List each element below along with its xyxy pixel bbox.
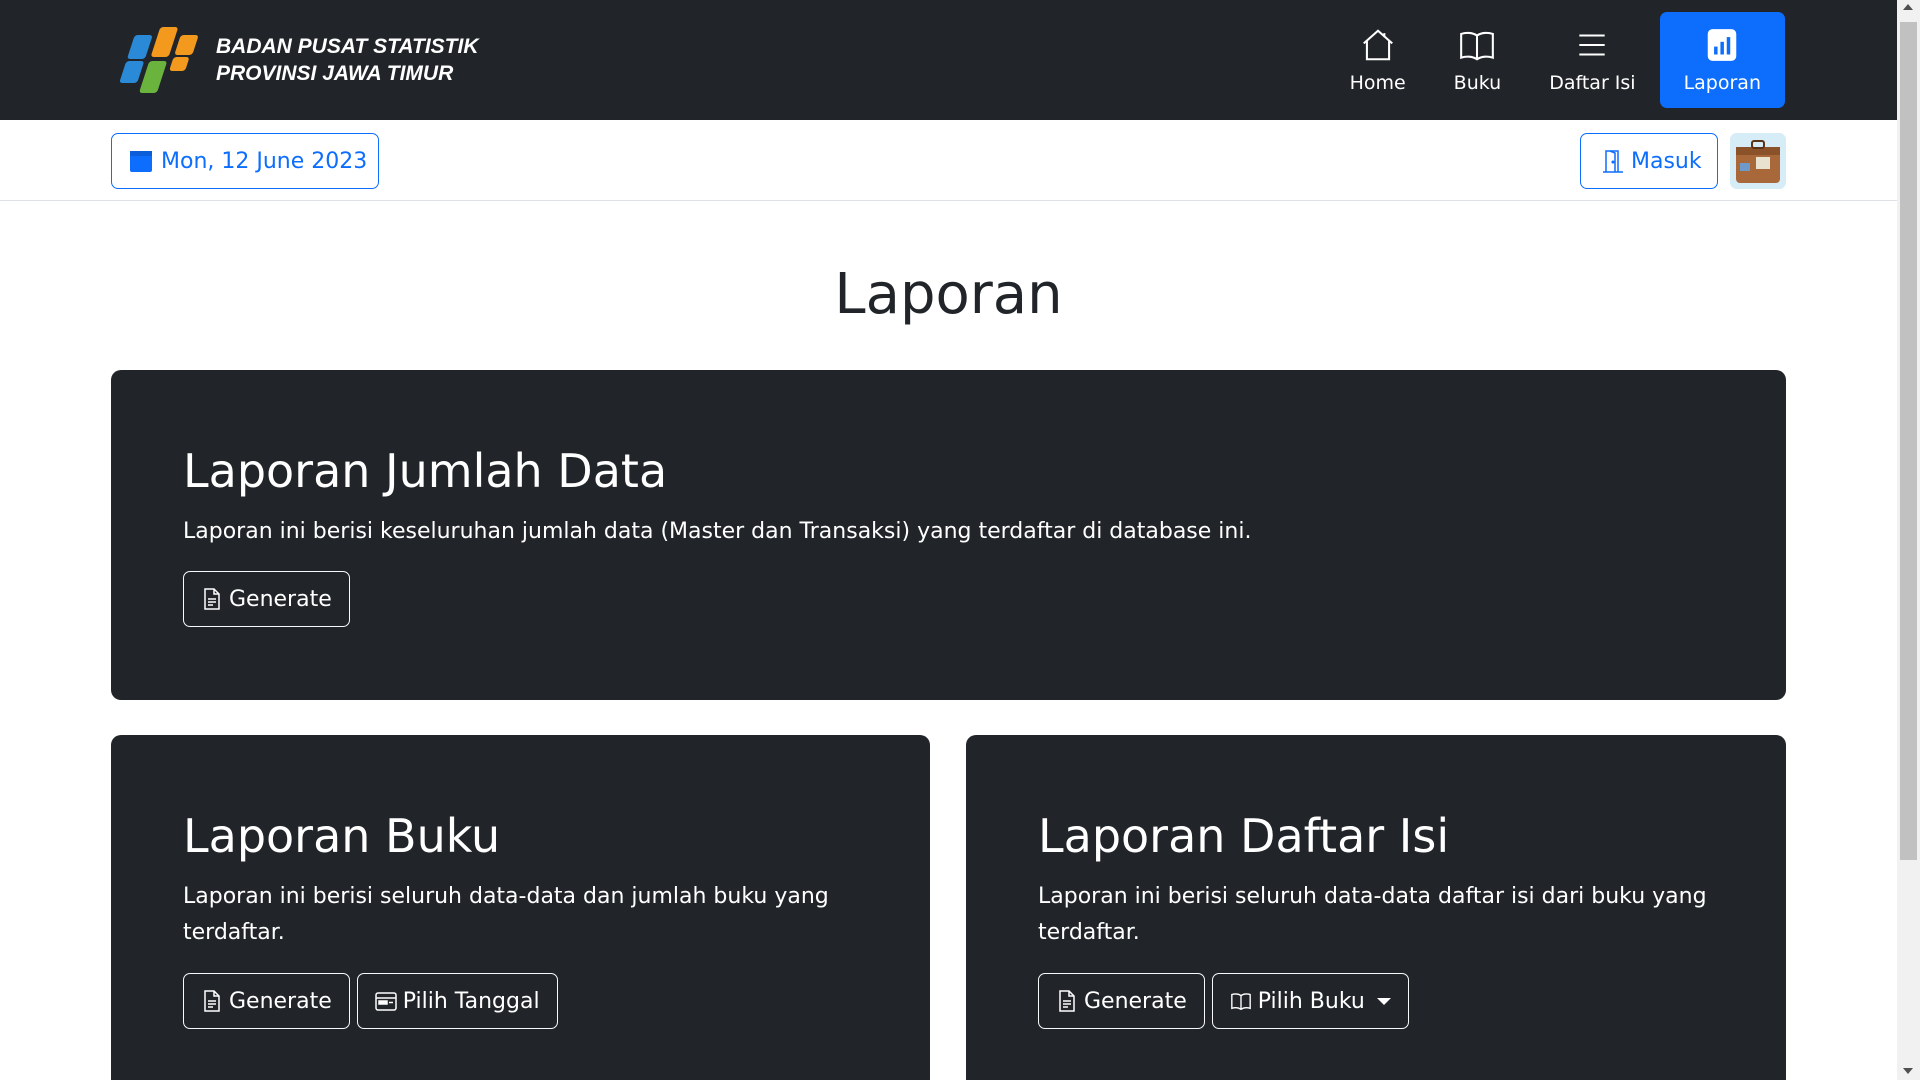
generate-label: Generate [1084, 988, 1187, 1014]
nav-label-laporan: Laporan [1683, 72, 1761, 94]
generate-button[interactable]: Generate [183, 973, 350, 1029]
card-title: Laporan Buku [183, 809, 501, 863]
nav-label-home: Home [1349, 72, 1406, 94]
book-icon [1230, 993, 1251, 1011]
bps-logo-icon [119, 27, 198, 93]
calendar-range-icon [375, 992, 397, 1011]
generate-button[interactable]: Generate [183, 571, 350, 627]
nav-label-buku: Buku [1453, 72, 1502, 94]
card-text: Laporan ini berisi keseluruhan jumlah da… [183, 519, 1252, 544]
top-navbar: BADAN PUSAT STATISTIK PROVINSI JAWA TIMU… [0, 0, 1897, 120]
brand-line-1: BADAN PUSAT STATISTIK [216, 35, 479, 58]
main-nav: Home Buku Daftar Isi Laporan [1326, 12, 1785, 108]
page-title: Laporan [834, 262, 1063, 327]
card-actions: Generate [183, 571, 350, 627]
card-text: Laporan ini berisi seluruh data-data dan… [183, 884, 829, 945]
scroll-down-arrow-icon[interactable] [1903, 1068, 1913, 1074]
home-icon [1362, 29, 1393, 61]
list-icon [1579, 34, 1606, 56]
card-laporan-daftar-isi: Laporan Daftar Isi Laporan ini berisi se… [966, 735, 1786, 1080]
nav-item-daftar-isi[interactable]: Daftar Isi [1525, 12, 1659, 108]
document-icon [204, 990, 220, 1012]
card-laporan-jumlah-data: Laporan Jumlah Data Laporan ini berisi k… [111, 370, 1786, 700]
card-title: Laporan Daftar Isi [1038, 809, 1450, 863]
card-actions: Generate Pilih Tanggal [183, 973, 558, 1029]
nav-label-daftar-isi: Daftar Isi [1549, 72, 1636, 94]
scroll-up-arrow-icon[interactable] [1903, 4, 1913, 10]
brand-line-2: PROVINSI JAWA TIMUR [216, 62, 454, 85]
suitcase-avatar-icon [1730, 133, 1786, 189]
pick-book-label: Pilih Buku [1257, 988, 1365, 1014]
document-icon [1059, 990, 1075, 1012]
scroll-thumb[interactable] [1900, 22, 1917, 860]
sub-bar: Mon, 12 June 2023 Masuk [0, 120, 1897, 201]
date-label: Mon, 12 June 2023 [161, 148, 368, 174]
document-icon [204, 588, 220, 610]
card-title: Laporan Jumlah Data [183, 444, 668, 498]
nav-item-buku[interactable]: Buku [1430, 12, 1526, 108]
nav-item-home[interactable]: Home [1326, 12, 1430, 108]
page: BADAN PUSAT STATISTIK PROVINSI JAWA TIMU… [0, 0, 1897, 1080]
date-button[interactable]: Mon, 12 June 2023 [111, 133, 379, 189]
door-icon [1603, 150, 1623, 173]
generate-label: Generate [229, 586, 332, 612]
vertical-scrollbar[interactable] [1897, 0, 1920, 1080]
pick-book-dropdown[interactable]: Pilih Buku [1211, 973, 1409, 1029]
book-icon [1460, 31, 1495, 61]
card-actions: Generate Pilih Buku [1038, 973, 1409, 1029]
generate-label: Generate [229, 988, 332, 1014]
bar-chart-icon [1708, 29, 1737, 61]
nav-item-laporan[interactable]: Laporan [1659, 12, 1785, 108]
pick-date-label: Pilih Tanggal [402, 988, 540, 1014]
brand-name: BADAN PUSAT STATISTIK PROVINSI JAWA TIMU… [216, 33, 479, 87]
caret-down-icon [1376, 997, 1391, 1005]
card-laporan-buku: Laporan Buku Laporan ini berisi seluruh … [111, 735, 930, 1080]
generate-button[interactable]: Generate [1038, 973, 1205, 1029]
avatar[interactable] [1730, 133, 1786, 189]
brand[interactable]: BADAN PUSAT STATISTIK PROVINSI JAWA TIMU… [116, 25, 479, 95]
login-label: Masuk [1631, 148, 1702, 174]
card-text: Laporan ini berisi seluruh data-data daf… [1038, 884, 1707, 945]
pick-date-button[interactable]: Pilih Tanggal [356, 973, 558, 1029]
calendar-icon [130, 151, 152, 172]
login-button[interactable]: Masuk [1580, 133, 1718, 189]
